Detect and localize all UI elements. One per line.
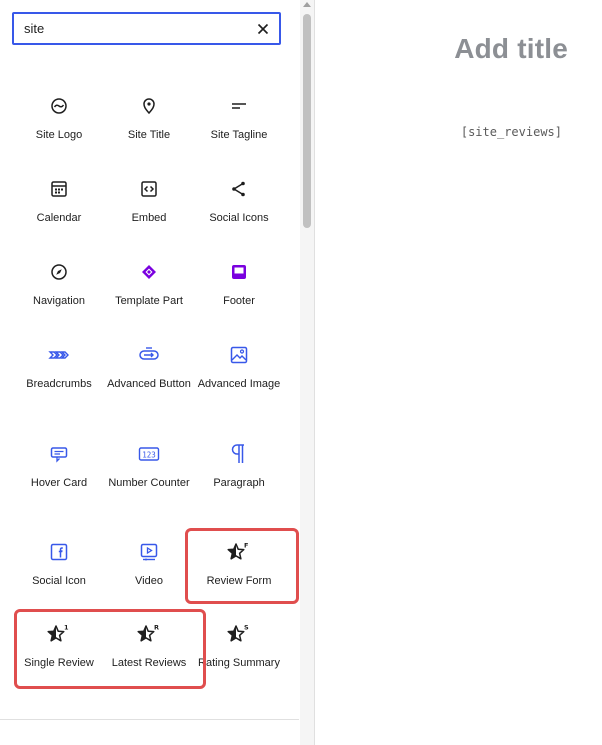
block-template-part[interactable]: Template Part xyxy=(104,248,194,331)
block-label: Breadcrumbs xyxy=(26,378,92,390)
map-pin-icon xyxy=(137,94,161,118)
post-title-placeholder[interactable]: Add title xyxy=(454,33,568,65)
block-label: Single Review xyxy=(24,657,94,669)
block-label: Site Title xyxy=(127,129,171,141)
block-navigation[interactable]: Navigation xyxy=(14,248,104,331)
star-badge: R xyxy=(154,624,159,632)
block-label: Latest Reviews xyxy=(111,657,187,669)
hover-card-icon xyxy=(47,442,71,466)
video-icon xyxy=(137,540,161,564)
facebook-icon xyxy=(47,540,71,564)
block-embed[interactable]: Embed xyxy=(104,165,194,248)
block-number-counter[interactable]: 123 Number Counter xyxy=(104,430,194,528)
block-label: Video xyxy=(135,575,163,587)
svg-text:123: 123 xyxy=(142,451,156,460)
block-label: Advanced Button xyxy=(107,378,191,390)
block-inserter-panel: Site Logo Site Title Site Tagline Calend… xyxy=(0,0,315,745)
scroll-up-arrow-icon[interactable] xyxy=(303,2,311,7)
image-icon xyxy=(227,343,251,367)
block-footer[interactable]: Footer xyxy=(194,248,284,331)
block-label: Hover Card xyxy=(30,477,88,489)
footer-icon xyxy=(227,260,251,284)
block-label: Site Logo xyxy=(35,129,83,141)
tagline-icon xyxy=(227,94,251,118)
editor-canvas: Add title [site_reviews] xyxy=(315,0,602,745)
star-r-icon: R xyxy=(137,622,161,646)
block-label: Rating Summary xyxy=(198,657,280,669)
block-label: Template Part xyxy=(115,295,183,307)
pilcrow-icon xyxy=(227,442,251,466)
block-site-logo[interactable]: Site Logo xyxy=(14,82,104,165)
block-label: Review Form xyxy=(206,575,272,587)
star-f-icon: F xyxy=(227,540,251,564)
block-label: Paragraph xyxy=(213,477,265,489)
block-hover-card[interactable]: Hover Card xyxy=(14,430,104,528)
block-social-icon[interactable]: Social Icon xyxy=(14,528,104,610)
diamond-icon xyxy=(137,260,161,284)
site-logo-icon xyxy=(47,94,71,118)
block-breadcrumbs[interactable]: Breadcrumbs xyxy=(14,331,104,430)
block-grid: Site Logo Site Title Site Tagline Calend… xyxy=(14,82,284,700)
block-site-tagline[interactable]: Site Tagline xyxy=(194,82,284,165)
scrollbar[interactable] xyxy=(300,0,314,745)
block-review-form[interactable]: F Review Form xyxy=(194,528,284,610)
scrollbar-thumb[interactable] xyxy=(303,14,311,228)
block-single-review[interactable]: 1 Single Review xyxy=(14,610,104,700)
block-label: Calendar xyxy=(36,212,82,224)
embed-icon xyxy=(137,177,161,201)
block-latest-reviews[interactable]: R Latest Reviews xyxy=(104,610,194,700)
block-label: Number Counter xyxy=(108,477,190,489)
share-icon xyxy=(227,177,251,201)
button-icon xyxy=(137,343,161,367)
block-social-icons[interactable]: Social Icons xyxy=(194,165,284,248)
breadcrumbs-icon xyxy=(47,343,71,367)
panel-divider xyxy=(0,719,299,720)
search-input[interactable] xyxy=(24,14,244,43)
star-1-icon: 1 xyxy=(47,622,71,646)
block-paragraph[interactable]: Paragraph xyxy=(194,430,284,528)
block-label: Advanced Image xyxy=(197,378,281,390)
clear-search-button[interactable] xyxy=(253,19,273,39)
block-label: Social Icons xyxy=(209,212,269,224)
star-badge: S xyxy=(244,624,249,632)
block-label: Embed xyxy=(131,212,167,224)
block-advanced-image[interactable]: Advanced Image xyxy=(194,331,284,430)
block-calendar[interactable]: Calendar xyxy=(14,165,104,248)
block-advanced-button[interactable]: Advanced Button xyxy=(104,331,194,430)
counter-icon: 123 xyxy=(137,442,161,466)
block-rating-summary[interactable]: S Rating Summary xyxy=(194,610,284,700)
close-icon xyxy=(257,23,269,35)
block-site-title[interactable]: Site Title xyxy=(104,82,194,165)
block-label: Social Icon xyxy=(32,575,86,587)
calendar-icon xyxy=(47,177,71,201)
block-label: Footer xyxy=(223,295,255,307)
star-s-icon: S xyxy=(227,622,251,646)
shortcode-block[interactable]: [site_reviews] xyxy=(461,125,562,139)
compass-icon xyxy=(47,260,71,284)
block-video[interactable]: Video xyxy=(104,528,194,610)
search-box[interactable] xyxy=(12,12,281,45)
star-badge: 1 xyxy=(64,624,69,632)
block-label: Site Tagline xyxy=(210,129,268,141)
block-label: Navigation xyxy=(33,295,85,307)
star-badge: F xyxy=(244,542,248,550)
